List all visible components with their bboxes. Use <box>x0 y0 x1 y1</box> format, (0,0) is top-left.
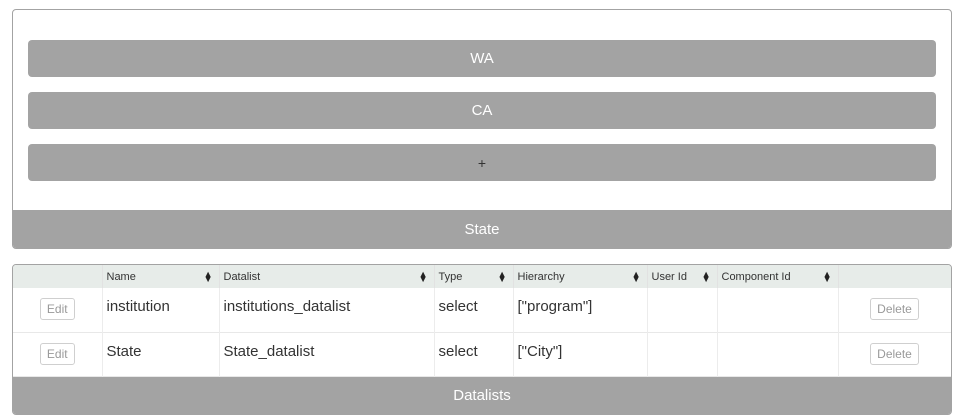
table-row: Edit institution institutions_datalist s… <box>13 288 951 332</box>
sort-icon[interactable]: ▲ ▼ <box>823 269 832 283</box>
datalists-table: Name ▲ ▼ Datalist ▲ ▼ Type ▲ ▼ Hierarchy ▲ ▼… <box>13 265 951 377</box>
cell-component-id <box>717 332 839 376</box>
add-state-button[interactable]: + <box>28 144 936 181</box>
column-header-component-id[interactable]: Component Id ▲ ▼ <box>717 265 839 288</box>
cell-name: State <box>102 332 220 376</box>
cell-user-id <box>647 288 718 332</box>
column-header-label: Type <box>438 270 463 283</box>
state-panel: WA CA + State <box>12 9 952 249</box>
column-header-label: Hierarchy <box>517 270 565 283</box>
datalists-panel: Name ▲ ▼ Datalist ▲ ▼ Type ▲ ▼ Hierarchy ▲ ▼… <box>12 264 952 415</box>
cell-type: select <box>434 332 514 376</box>
edit-button[interactable]: Edit <box>39 298 75 320</box>
cell-name: institution <box>102 288 220 332</box>
edit-button[interactable]: Edit <box>39 342 75 365</box>
column-header-type[interactable]: Type ▲ ▼ <box>434 265 514 288</box>
table-row: Edit State State_datalist select ["City"… <box>13 332 951 376</box>
datalists-panel-title: Datalists <box>13 377 951 414</box>
cell-hierarchy: ["program"] <box>513 288 648 332</box>
state-button-ca[interactable]: CA <box>28 92 936 129</box>
column-header-name[interactable]: Name ▲ ▼ <box>102 265 220 288</box>
column-header-delete <box>838 265 951 288</box>
cell-user-id <box>647 332 718 376</box>
column-header-user-id[interactable]: User Id ▲ ▼ <box>647 265 718 288</box>
column-header-datalist[interactable]: Datalist ▲ ▼ <box>219 265 435 288</box>
sort-icon[interactable]: ▲ ▼ <box>702 269 711 283</box>
column-header-label: Component Id <box>721 270 791 283</box>
delete-button[interactable]: Delete <box>870 342 919 365</box>
sort-icon[interactable]: ▲ ▼ <box>204 269 213 283</box>
column-header-label: User Id <box>651 270 687 283</box>
cell-datalist: State_datalist <box>219 332 435 376</box>
cell-type: select <box>434 288 514 332</box>
column-header-label: Name <box>106 270 136 283</box>
column-header-hierarchy[interactable]: Hierarchy ▲ ▼ <box>513 265 648 288</box>
sort-icon[interactable]: ▲ ▼ <box>632 269 641 283</box>
cell-component-id <box>717 288 839 332</box>
column-header-actions <box>13 265 103 288</box>
state-button-wa[interactable]: WA <box>28 40 936 77</box>
state-panel-title: State <box>13 210 951 248</box>
sort-icon[interactable]: ▲ ▼ <box>498 269 507 283</box>
cell-datalist: institutions_datalist <box>219 288 435 332</box>
column-header-label: Datalist <box>223 270 261 283</box>
delete-button[interactable]: Delete <box>870 298 919 320</box>
cell-hierarchy: ["City"] <box>513 332 648 376</box>
table-header-row: Name ▲ ▼ Datalist ▲ ▼ Type ▲ ▼ Hierarchy ▲ ▼… <box>13 265 951 288</box>
sort-icon[interactable]: ▲ ▼ <box>419 269 428 283</box>
